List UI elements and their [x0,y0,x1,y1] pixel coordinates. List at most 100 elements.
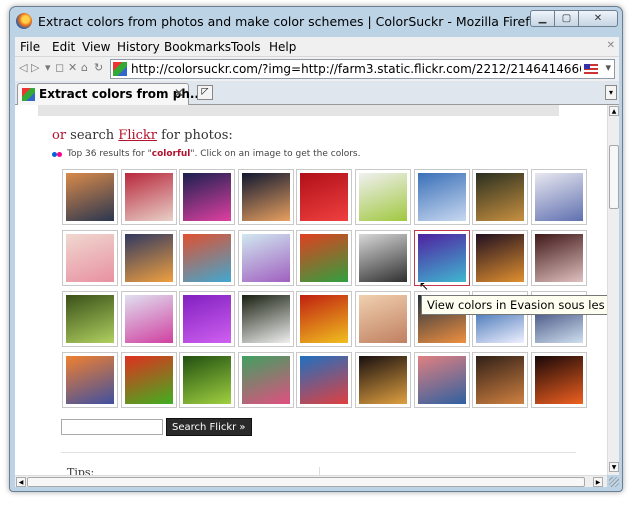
thumbnail-12[interactable] [179,230,235,286]
close-button[interactable]: ✕ [578,10,618,27]
thumbnail-image [300,173,348,221]
thumbnail-30[interactable] [179,352,235,408]
thumbnail-20[interactable] [121,291,177,347]
address-bar[interactable]: http://colorsuckr.com/?img=http://farm3.… [110,59,615,79]
thumbnail-image [125,295,173,343]
thumbnail-19[interactable] [62,291,118,347]
thumbnail-image [476,356,524,404]
thumbnail-image [300,295,348,343]
thumbnail-8[interactable] [472,169,528,225]
thumbnail-4[interactable] [238,169,294,225]
thumbnail-14[interactable] [296,230,352,286]
menu-view[interactable]: View [82,40,110,54]
thumbnail-13[interactable] [238,230,294,286]
site-favicon-icon [113,62,127,76]
thumbnail-image [183,356,231,404]
menu-close-icon[interactable]: ✕ [607,40,615,51]
thumbnail-9[interactable] [531,169,587,225]
vertical-scrollbar[interactable]: ▲ ▼ [607,105,619,475]
thumbnail-2[interactable] [121,169,177,225]
thumbnail-3[interactable] [179,169,235,225]
browser-window: Extract colors from photos and make colo… [9,6,623,492]
thumbnail-image [535,173,583,221]
thumbnail-33[interactable] [355,352,411,408]
results-suffix: ". Click on an image to get the colors. [190,149,361,159]
flickr-logo-icon [52,151,63,159]
thumbnail-image [242,234,290,282]
back-arrow-icon[interactable]: ◁ [19,61,27,74]
home-icon[interactable]: ⌂ [81,61,88,74]
tab-list-icon[interactable]: ▾ [605,85,617,100]
resize-grip-icon[interactable] [609,477,619,487]
thumbnail-6[interactable] [355,169,411,225]
thumbnail-7[interactable] [414,169,470,225]
maximize-button[interactable]: ▢ [554,10,578,27]
tips-heading: Tips: [67,466,95,475]
tab-colorsuckr[interactable]: Extract colors from ph... ✕ [17,83,204,105]
menu-edit[interactable]: Edit [52,40,75,54]
thumbnail-16[interactable] [414,230,470,286]
thumbnail-22[interactable] [238,291,294,347]
thumbnail-image [242,295,290,343]
thumbnail-1[interactable] [62,169,118,225]
thumbnail-21[interactable] [179,291,235,347]
thumbnail-image [418,356,466,404]
scroll-right-icon[interactable]: ▶ [593,477,603,487]
thumbnail-image [418,234,466,282]
horizontal-scroll-thumb[interactable] [27,477,585,487]
flickr-link[interactable]: Flickr [118,128,157,143]
thumbnail-36[interactable] [531,352,587,408]
flickr-search-input[interactable] [61,419,163,435]
menu-history[interactable]: History [117,40,160,54]
thumbnail-image [476,173,524,221]
new-tab-icon[interactable]: ◸ [197,85,213,100]
thumbnail-35[interactable] [472,352,528,408]
thumbnail-28[interactable] [62,352,118,408]
thumbnail-17[interactable] [472,230,528,286]
thumbnail-24[interactable] [355,291,411,347]
scroll-left-icon[interactable]: ◀ [16,477,26,487]
tab-close-icon[interactable]: ✕ [174,86,184,100]
window-title: Extract colors from photos and make colo… [38,14,545,29]
dropdown-arrow-icon[interactable]: ▾ [605,61,611,74]
stop-icon[interactable]: ✕ [68,61,77,74]
url-text[interactable]: http://colorsuckr.com/?img=http://farm3.… [131,62,581,76]
menu-tools[interactable]: Tools [231,40,261,54]
history-icon[interactable]: ↻ [94,61,103,74]
thumbnail-image [125,173,173,221]
thumbnail-grid [62,169,590,409]
firefox-logo-icon [16,13,32,29]
header-strip [38,105,559,116]
thumbnail-11[interactable] [121,230,177,286]
thumbnail-image [535,356,583,404]
dropdown-arrow-icon[interactable]: ▾ [45,61,51,74]
forward-arrow-icon[interactable]: ▷ [31,61,39,74]
thumbnail-18[interactable] [531,230,587,286]
thumbnail-image [418,173,466,221]
thumbnail-image [242,173,290,221]
scroll-down-icon[interactable]: ▼ [609,462,619,472]
thumbnail-29[interactable] [121,352,177,408]
thumbnail-23[interactable] [296,291,352,347]
thumbnail-15[interactable] [355,230,411,286]
scroll-up-icon[interactable]: ▲ [609,106,619,116]
flag-icon [584,64,598,74]
horizontal-scrollbar[interactable]: ◀ ▶ [15,475,607,487]
tab-bar: Extract colors from ph... ✕ ◸ ▾ [15,81,619,105]
thumbnail-10[interactable] [62,230,118,286]
menu-bookmarks[interactable]: Bookmarks [164,40,231,54]
thumbnail-32[interactable] [296,352,352,408]
thumbnail-5[interactable] [296,169,352,225]
minimize-button[interactable]: ▁ [530,10,554,27]
menu-help[interactable]: Help [269,40,296,54]
title-bar[interactable]: Extract colors from photos and make colo… [10,7,622,37]
menu-file[interactable]: File [20,40,40,54]
thumbnail-image [66,356,114,404]
heading-rest: for photos: [157,128,233,143]
search-flickr-button[interactable]: Search Flickr » [166,418,252,436]
vertical-scroll-thumb[interactable] [609,145,619,209]
thumbnail-31[interactable] [238,352,294,408]
thumbnail-34[interactable] [414,352,470,408]
divider [61,452,576,453]
reload-icon[interactable]: ◻ [55,61,64,74]
